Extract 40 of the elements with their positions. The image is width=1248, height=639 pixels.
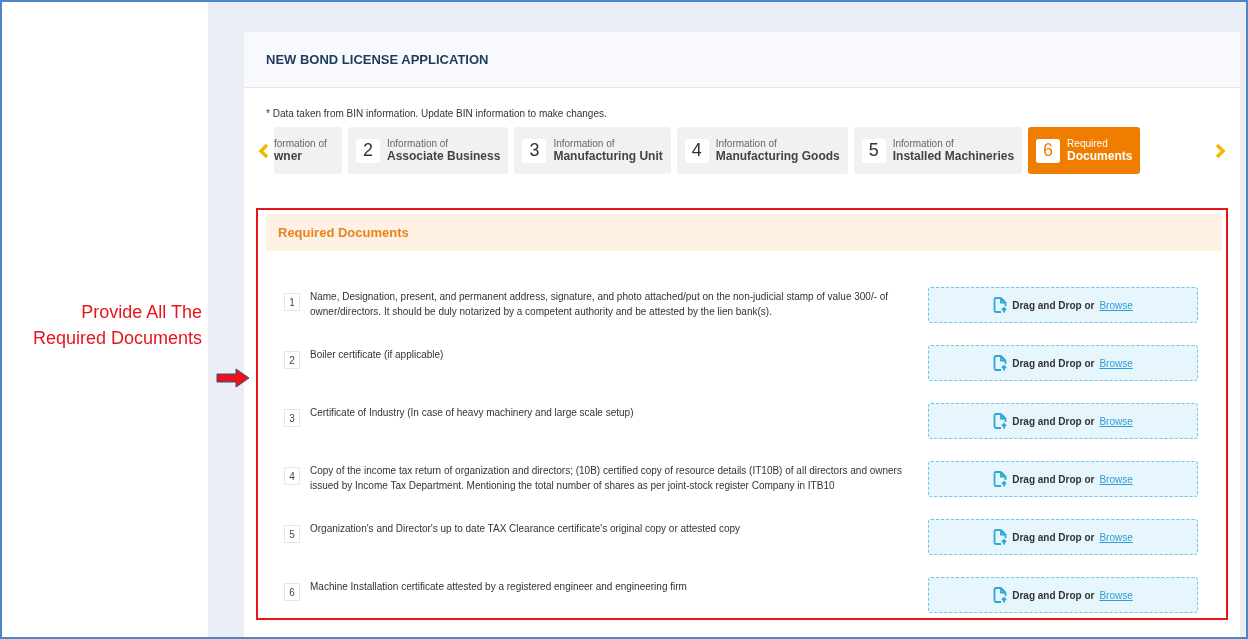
note-text: * Data taken from BIN information. Update BIN information to make changes.	[266, 108, 608, 119]
document-number: 5	[284, 525, 300, 543]
file-upload-icon	[993, 529, 1008, 545]
file-upload-icon	[993, 471, 1008, 487]
upload-dropzone[interactable]: Drag and Drop or Browse	[928, 577, 1198, 613]
document-number: 2	[284, 351, 300, 369]
document-number: 4	[284, 467, 300, 485]
upload-dropzone[interactable]: Drag and Drop or Browse	[928, 287, 1198, 323]
upload-label: Drag and Drop or	[1012, 415, 1095, 427]
document-description: Machine Installation certificate attested by a registered engineer and engineering firm	[310, 580, 688, 594]
upload-label: Drag and Drop or	[1012, 589, 1095, 601]
document-description: Boiler certificate (if applicable)	[310, 348, 445, 362]
document-description: Name, Designation, present, and permanent address, signature, and photo attached/put on the non-judicial stamp of value 300/- of owner/directors. It should be duly notarized by a competent authority and be attested by the lien bank(s).	[310, 290, 890, 319]
section-title: Required Documents	[278, 225, 409, 240]
upload-dropzone[interactable]: Drag and Drop or Browse	[928, 461, 1198, 497]
document-number: 1	[284, 293, 300, 311]
document-description: Copy of the income tax return of organization and directors; (10B) certified copy of resource details (IT10B) of all directors and owners issued by Income Tax Department. Mentioning the total number of shares as per joint-stock register Company in ITB10	[310, 464, 903, 493]
upload-dropzone[interactable]: Drag and Drop or Browse	[928, 519, 1198, 555]
document-number: 3	[284, 409, 300, 427]
upload-dropzone[interactable]: Drag and Drop or Browse	[928, 403, 1198, 439]
step-tab[interactable]: 2 Information of Associate Business	[348, 127, 509, 174]
arrow-icon	[216, 368, 250, 388]
file-upload-icon	[993, 355, 1008, 371]
step-tab[interactable]: 4 Information of Manufacturing Goods	[676, 127, 848, 174]
upload-label: Drag and Drop or	[1012, 357, 1095, 369]
document-description: Organization's and Director's up to date TAX Clearance certificate's original copy or attested copy	[310, 522, 742, 536]
file-upload-icon	[993, 587, 1008, 603]
file-upload-icon	[993, 297, 1008, 313]
upload-label: Drag and Drop or	[1012, 531, 1095, 543]
step-tab[interactable]: 3 Information of Manufacturing Unit	[514, 127, 671, 174]
step-tab[interactable]: 5 Information of Installed Machineries	[853, 127, 1023, 174]
card-title: NEW BOND LICENSE APPLICATION	[266, 52, 489, 67]
upload-label: Drag and Drop or	[1012, 299, 1095, 311]
upload-label: Drag and Drop or	[1012, 473, 1095, 485]
file-upload-icon	[993, 413, 1008, 429]
document-description: Certificate of Industry (In case of heavy machinery and large scale setup)	[310, 406, 635, 420]
step-tab[interactable]: formation of wner	[274, 127, 342, 174]
upload-dropzone[interactable]: Drag and Drop or Browse	[928, 345, 1198, 381]
document-number: 6	[284, 583, 300, 601]
annotation-text: Provide All The Required Documents	[32, 300, 202, 350]
